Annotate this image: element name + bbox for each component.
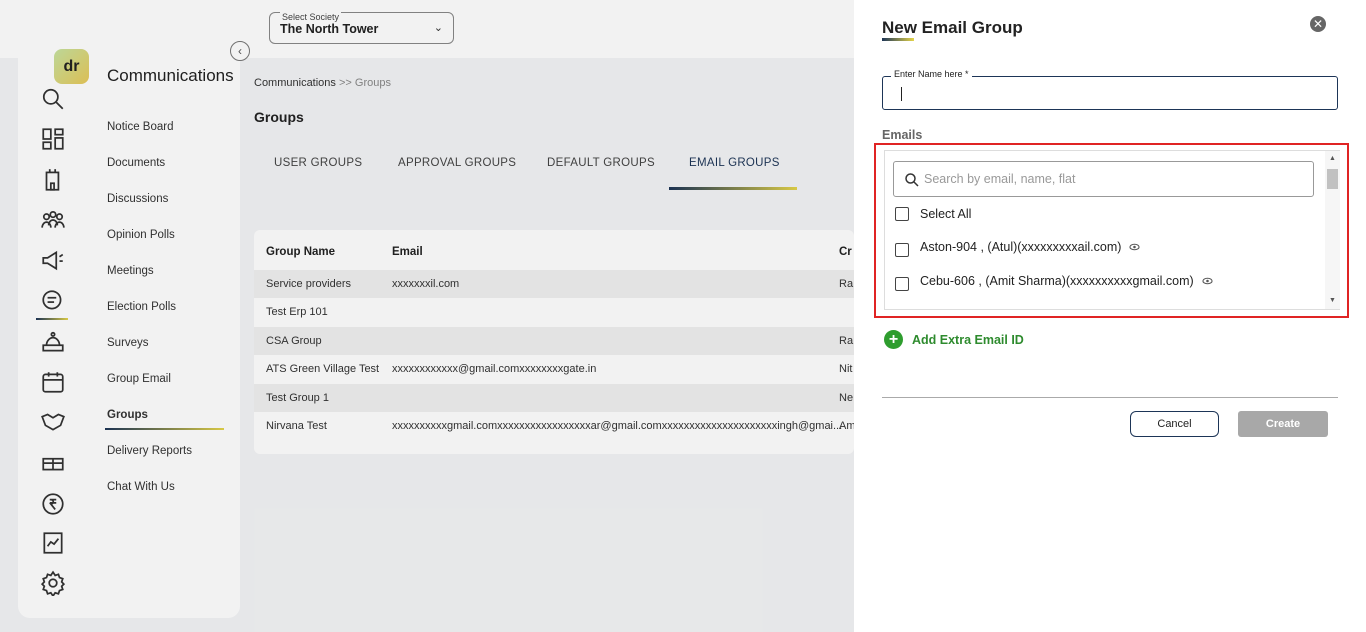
select-all-label: Select All [920,207,972,221]
emails-label: Emails [882,128,923,142]
close-icon[interactable]: ✕ [1310,16,1326,32]
email-list-scrollbar[interactable]: ▲ ▼ [1325,151,1340,309]
email-option[interactable]: Aston-904 , (Atul)(xxxxxxxxxail.com) [895,237,1141,257]
drawer-title: New Email Group [882,18,1023,37]
email-option-checkbox[interactable] [895,243,909,257]
email-option-label: Cebu-606 , (Amit Sharma)(xxxxxxxxxxgmail… [920,274,1194,288]
text-caret [901,87,902,101]
group-name-field[interactable]: Enter Name here * [882,69,1338,110]
footer-divider [882,397,1338,398]
email-selection-highlight: Select All Aston-904 , (Atul)(xxxxxxxxxa… [874,143,1349,318]
scroll-up-arrow-icon[interactable]: ▲ [1329,155,1336,162]
email-option-label: Aston-904 , (Atul)(xxxxxxxxxail.com) [920,240,1122,254]
cancel-button[interactable]: Cancel [1130,411,1219,437]
scroll-down-arrow-icon[interactable]: ▼ [1329,297,1336,304]
email-list: Select All Aston-904 , (Atul)(xxxxxxxxxa… [884,150,1340,310]
email-search-input[interactable] [924,169,1304,189]
email-search-field[interactable] [893,161,1314,197]
title-underline [882,38,914,41]
new-email-group-drawer: New Email Group ✕ Enter Name here * Emai… [854,0,1366,632]
add-extra-email-label: Add Extra Email ID [912,332,1024,347]
add-extra-email-button[interactable]: + Add Extra Email ID [884,330,1024,349]
email-option-checkbox[interactable] [895,277,909,291]
eye-icon[interactable] [1129,243,1141,251]
email-option[interactable]: Cebu-606 , (Amit Sharma)(xxxxxxxxxxgmail… [895,271,1213,291]
group-name-label: Enter Name here * [891,69,972,79]
modal-overlay[interactable] [0,0,854,632]
select-all-checkbox[interactable] [895,207,909,221]
plus-circle-icon: + [884,330,903,349]
eye-icon[interactable] [1202,277,1213,285]
create-button[interactable]: Create [1238,411,1328,437]
scrollbar-thumb[interactable] [1327,169,1338,189]
select-all-option[interactable]: Select All [895,207,971,221]
search-icon [905,173,919,187]
